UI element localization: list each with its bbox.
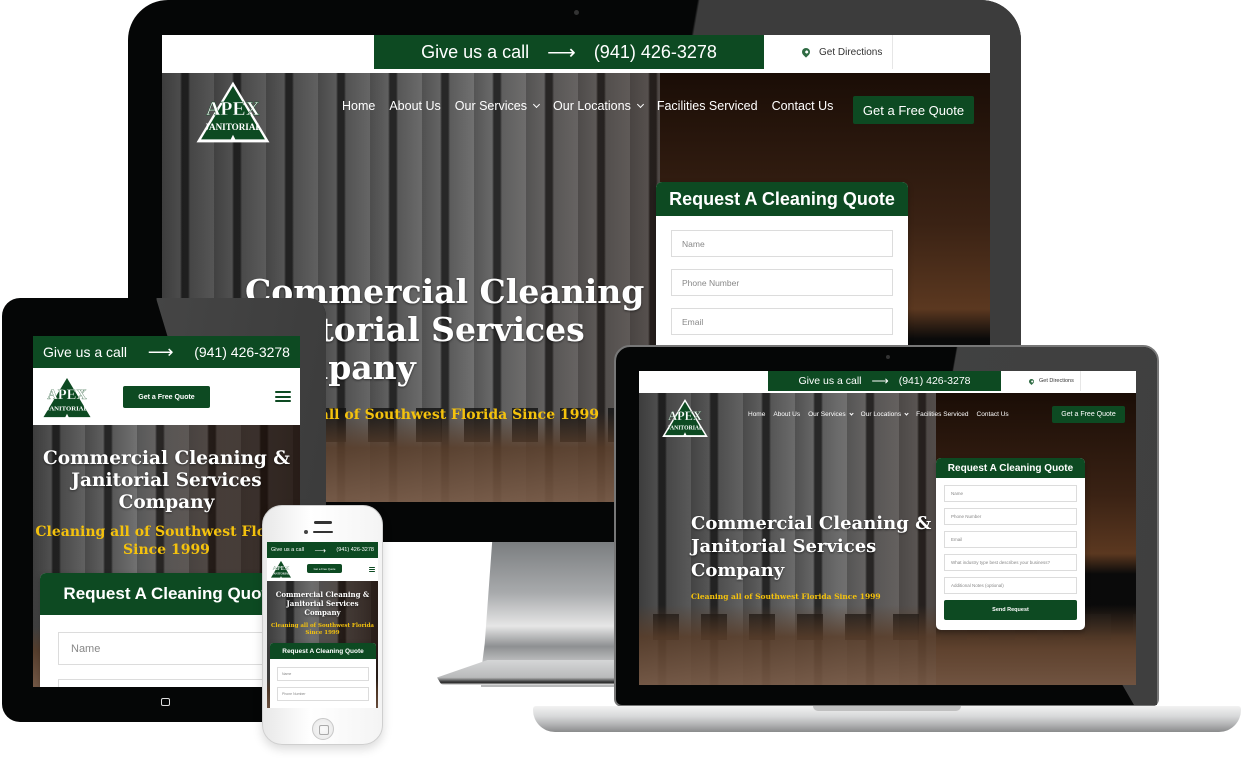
phone-number-field[interactable]: Phone Number (58, 679, 282, 687)
phone-earpiece-icon (313, 531, 333, 533)
hero-subtitle: Cleaning all of Southwest Florida Since … (691, 592, 881, 601)
hero-title: Commercial Cleaning & Janitorial Service… (691, 513, 932, 581)
nav-home[interactable]: Home (342, 99, 375, 113)
quote-form-title: Request A Cleaning Quote (270, 643, 376, 659)
get-free-quote-button[interactable]: Get a Free Quote (853, 96, 974, 124)
tablet-site-screen: Commercial Cleaning & Janitorial Service… (33, 336, 300, 687)
apex-janitorial-logo[interactable] (269, 559, 293, 579)
nav-about-us[interactable]: About Us (389, 99, 440, 113)
directions-label: Get Directions (1039, 378, 1074, 384)
hero-subtitle: Cleaning all of Southwest Florida Since … (270, 623, 374, 637)
apex-janitorial-logo[interactable] (195, 80, 271, 144)
call-label: Give us a call (43, 344, 128, 360)
nav-contact-us[interactable]: Contact Us (977, 411, 1009, 418)
email-field[interactable]: Email (671, 308, 893, 335)
email-field[interactable]: Email (944, 531, 1077, 548)
chevron-down-icon (532, 100, 541, 109)
phone-site-screen: Commercial Cleaning & Janitorial Service… (267, 542, 378, 708)
top-bar: Give us a call ⟶ (941) 426-3278 Get Dire… (162, 35, 990, 73)
apex-janitorial-logo[interactable] (39, 373, 95, 421)
hamburger-menu-icon[interactable] (369, 567, 375, 572)
phone-home-button-icon (312, 718, 334, 740)
nav-contact-us[interactable]: Contact Us (772, 99, 834, 113)
name-field[interactable]: Name (671, 230, 893, 257)
quote-form-title: Request A Cleaning Quote (656, 182, 908, 216)
hero-title: Commercial Cleaning & Janitorial Service… (275, 590, 370, 617)
get-free-quote-button[interactable]: Get a Free Quote (1052, 406, 1125, 423)
chevron-down-icon (904, 411, 909, 416)
arrow-right-icon: ⟶ (871, 374, 889, 388)
get-directions-link[interactable]: Get Directions (1027, 371, 1081, 391)
quote-form: Request A Cleaning Quote Name Phone Numb… (936, 458, 1085, 630)
monitor-camera-icon (574, 10, 579, 15)
get-free-quote-button[interactable]: Get a Free Quote (307, 564, 342, 573)
nav-home[interactable]: Home (748, 411, 765, 418)
map-pin-icon (1027, 377, 1036, 385)
phone-number-link[interactable]: (941) 426-3278 (899, 375, 971, 387)
hamburger-menu-icon[interactable] (275, 391, 291, 402)
arrow-right-icon: ⟶ (147, 341, 174, 362)
name-field[interactable]: Name (58, 632, 282, 665)
tablet-camera-icon (164, 318, 168, 322)
nav-facilities-serviced[interactable]: Facilities Serviced (657, 99, 758, 113)
name-field[interactable]: Name (277, 667, 369, 681)
quote-form: Request A Cleaning Quote Name Phone Numb… (40, 573, 300, 687)
laptop-base (533, 706, 1241, 732)
phone-speaker-icon (314, 521, 332, 524)
additional-notes-field[interactable]: Additional Notes (optional) (944, 577, 1077, 594)
phone-number-link[interactable]: (941) 426-3278 (594, 42, 717, 63)
hero-subtitle: Cleaning all of Southwest Florida Since … (35, 524, 298, 559)
chevron-down-icon (636, 100, 644, 109)
call-bar[interactable]: Give us a call ⟶ (941) 426-3278 (267, 542, 378, 558)
apex-janitorial-logo[interactable] (661, 398, 709, 438)
get-free-quote-button[interactable]: Get a Free Quote (123, 386, 210, 408)
site-header: Get a Free Quote (33, 368, 300, 425)
call-label: Give us a call (271, 547, 305, 553)
laptop-site-screen: Give us a call ⟶ (941) 426-3278 Get Dire… (639, 371, 1136, 685)
tablet-home-button-icon (161, 698, 170, 706)
nav-our-locations[interactable]: Our Locations (553, 99, 644, 113)
quote-form-title: Request A Cleaning Quote (40, 573, 300, 615)
hero-title: Commercial Cleaning & Janitorial Service… (43, 448, 290, 514)
call-bar[interactable]: Give us a call ⟶ (941) 426-3278 (768, 371, 1001, 391)
directions-label: Get Directions (819, 46, 883, 58)
phone-camera-icon (304, 530, 308, 534)
call-bar[interactable]: Give us a call ⟶ (941) 426-3278 (374, 35, 764, 69)
main-nav: Home About Us Our Services Our Locations… (748, 411, 1009, 418)
phone-number-link[interactable]: (941) 426-3278 (194, 344, 290, 360)
quote-form-title: Request A Cleaning Quote (936, 458, 1085, 478)
phone-number-field[interactable]: Phone Number (277, 687, 369, 701)
map-pin-icon (800, 46, 812, 58)
quote-form: Request A Cleaning Quote Name Phone Numb… (270, 643, 376, 708)
get-directions-link[interactable]: Get Directions (800, 35, 894, 69)
arrow-right-icon: ⟶ (314, 545, 326, 555)
industry-type-field[interactable]: What industry type best describes your b… (944, 554, 1077, 571)
top-bar: Give us a call ⟶ (941) 426-3278 Get Dire… (639, 371, 1136, 391)
call-bar[interactable]: Give us a call ⟶ (941) 426-3278 (33, 336, 300, 368)
phone-number-field[interactable]: Phone Number (671, 269, 893, 296)
phone-number-field[interactable]: Phone Number (944, 508, 1077, 525)
phone-number-link[interactable]: (941) 426-3278 (336, 547, 374, 553)
nav-our-locations[interactable]: Our Locations (861, 411, 909, 418)
nav-our-services[interactable]: Our Services (455, 99, 541, 113)
call-label: Give us a call (798, 375, 862, 387)
arrow-right-icon: ⟶ (547, 41, 576, 64)
send-request-button[interactable]: Send Request (944, 600, 1077, 620)
laptop-camera-icon (886, 355, 890, 359)
name-field[interactable]: Name (944, 485, 1077, 502)
site-header: Get a Free Quote (267, 558, 378, 581)
nav-our-services[interactable]: Our Services (808, 411, 854, 418)
call-label: Give us a call (421, 41, 530, 62)
chevron-down-icon (849, 411, 854, 416)
nav-facilities-serviced[interactable]: Facilities Serviced (916, 411, 968, 418)
main-nav: Home About Us Our Services Our Locations… (342, 99, 833, 113)
nav-about-us[interactable]: About Us (773, 411, 800, 418)
